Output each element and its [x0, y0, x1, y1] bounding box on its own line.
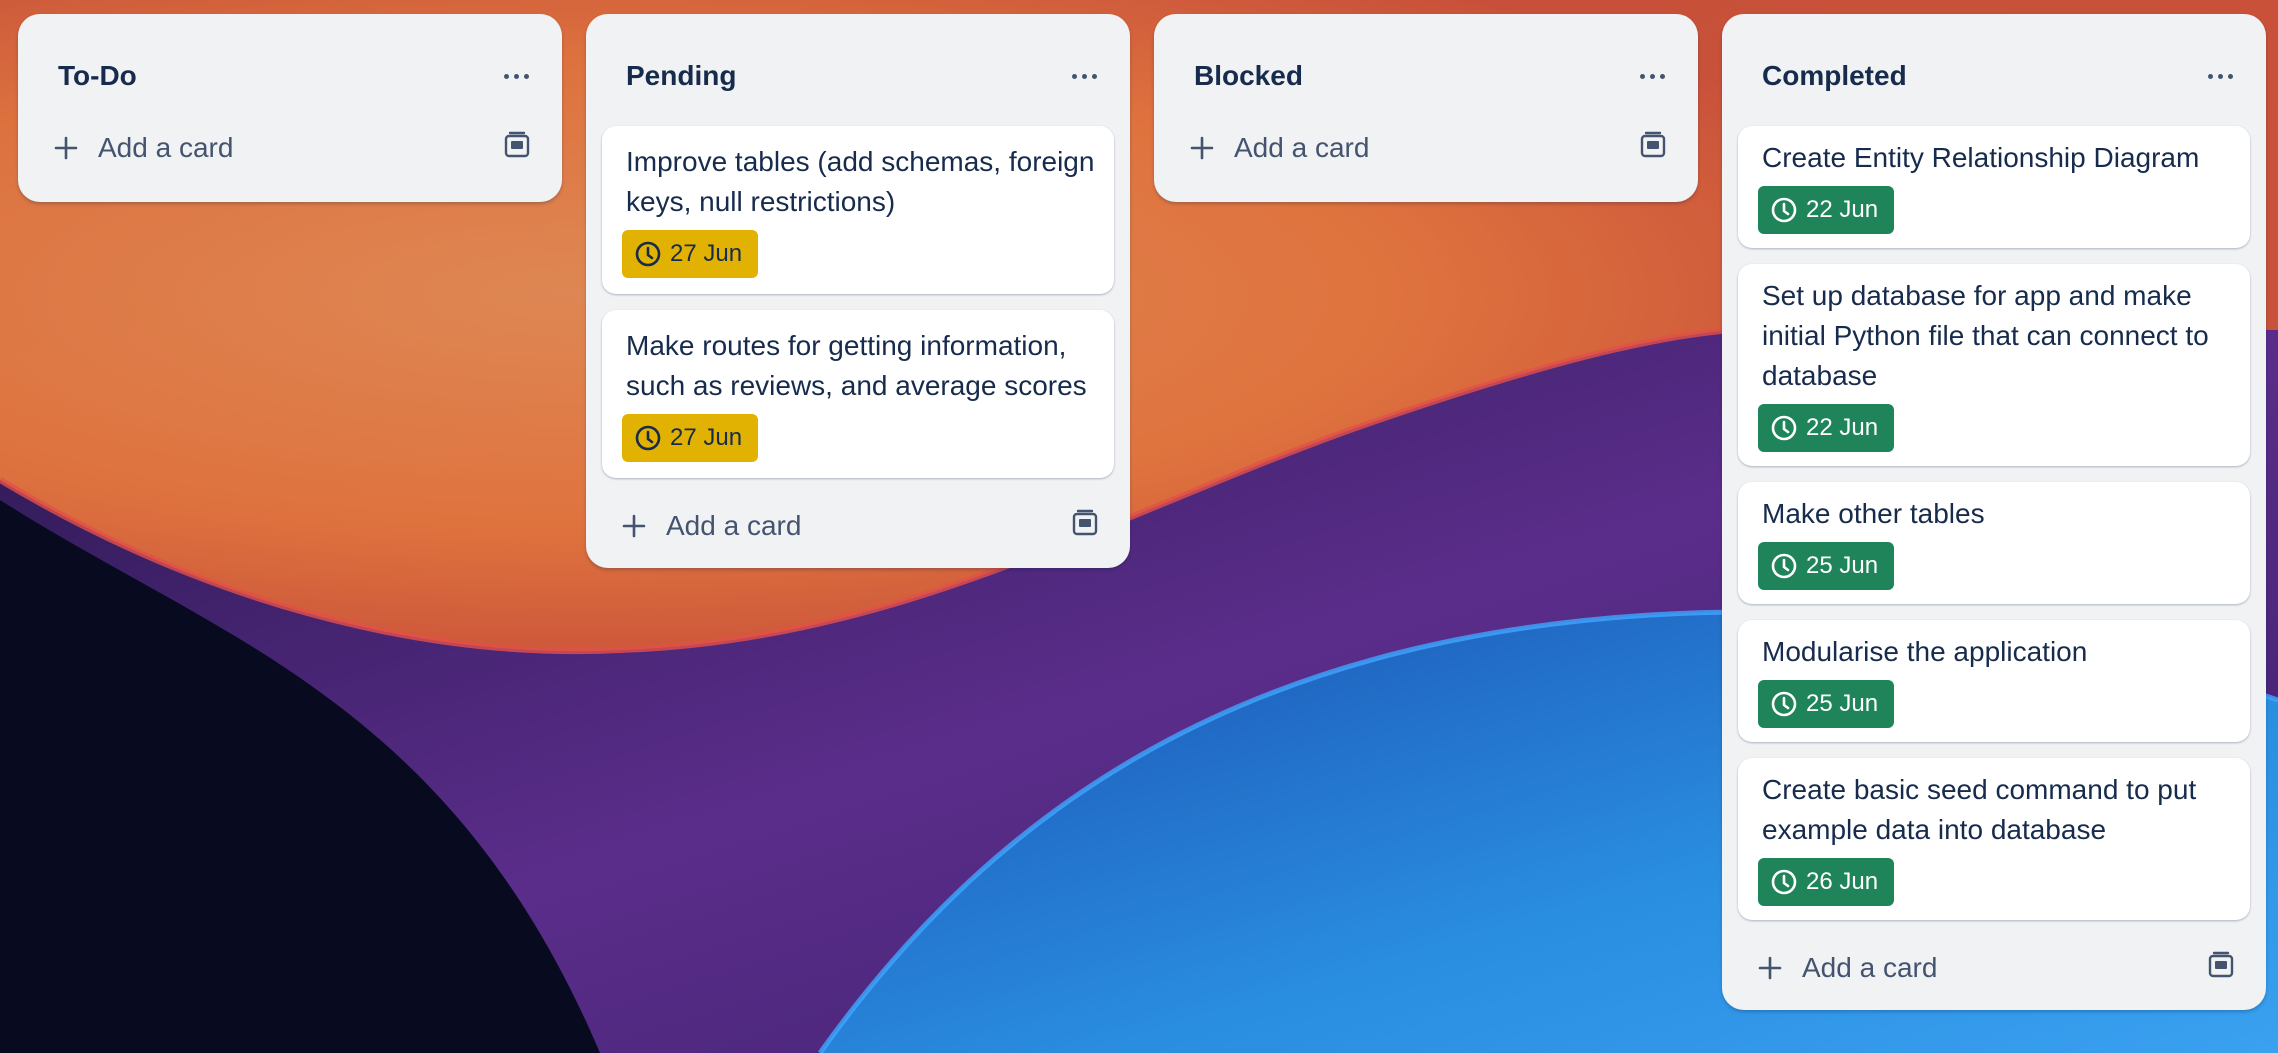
- add-card-button[interactable]: Add a card: [1188, 124, 1369, 172]
- list-blocked: Blocked Add a card: [1154, 14, 1698, 202]
- card-title: Improve tables (add schemas, foreign key…: [626, 146, 1095, 217]
- list-header: Pending: [586, 14, 1130, 114]
- plus-icon: [1758, 956, 1782, 980]
- clock-icon: [1771, 197, 1797, 223]
- due-date-label: 27 Jun: [670, 424, 743, 451]
- add-card-label: Add a card: [666, 510, 802, 541]
- list-header: To-Do: [18, 14, 562, 114]
- due-date-label: 22 Jun: [1806, 196, 1879, 223]
- card-title: Make other tables: [1762, 498, 1985, 529]
- card-title: Create Entity Relationship Diagram: [1762, 142, 2200, 173]
- more-horizontal-icon[interactable]: [2196, 58, 2244, 94]
- card-title: Create basic seed command to put example…: [1762, 774, 2197, 845]
- due-date-label: 25 Jun: [1806, 552, 1879, 579]
- plus-icon: [54, 136, 78, 160]
- clock-icon: [1771, 691, 1797, 717]
- add-card-row: Add a card: [1722, 926, 2266, 1010]
- add-card-button[interactable]: Add a card: [52, 124, 233, 172]
- add-card-row: Add a card: [586, 484, 1130, 568]
- list-pending: Pending Improve tables (add schemas, for…: [586, 14, 1130, 568]
- due-date-badge[interactable]: 25 Jun: [1758, 680, 1895, 728]
- card[interactable]: Create basic seed command to put example…: [1738, 758, 2250, 920]
- due-date-badge[interactable]: 22 Jun: [1758, 186, 1895, 234]
- due-date-badge[interactable]: 27 Jun: [622, 414, 759, 462]
- more-horizontal-icon[interactable]: [492, 58, 540, 94]
- clock-icon: [1771, 869, 1797, 895]
- due-date-label: 22 Jun: [1806, 414, 1879, 441]
- card-template-icon[interactable]: [1070, 508, 1100, 538]
- card[interactable]: Improve tables (add schemas, foreign key…: [602, 126, 1114, 294]
- card[interactable]: Create Entity Relationship Diagram 22 Ju…: [1738, 126, 2250, 248]
- card-list: Improve tables (add schemas, foreign key…: [586, 114, 1130, 478]
- due-date-badge[interactable]: 22 Jun: [1758, 404, 1895, 452]
- add-card-button[interactable]: Add a card: [620, 502, 801, 550]
- list-title[interactable]: Blocked: [1194, 58, 1303, 94]
- card-template-icon[interactable]: [502, 130, 532, 160]
- clock-icon: [1771, 415, 1797, 441]
- card[interactable]: Make other tables 25 Jun: [1738, 482, 2250, 604]
- list-completed: Completed Create Entity Relationship Dia…: [1722, 14, 2266, 1010]
- add-card-label: Add a card: [1234, 132, 1370, 163]
- card[interactable]: Set up database for app and make initial…: [1738, 264, 2250, 466]
- add-card-button[interactable]: Add a card: [1756, 944, 1937, 992]
- list-title[interactable]: Pending: [626, 58, 736, 94]
- clock-icon: [1771, 553, 1797, 579]
- due-date-label: 25 Jun: [1806, 690, 1879, 717]
- list-header: Blocked: [1154, 14, 1698, 114]
- add-card-row: Add a card: [1154, 106, 1698, 202]
- card[interactable]: Modularise the application 25 Jun: [1738, 620, 2250, 742]
- list-header: Completed: [1722, 14, 2266, 114]
- clock-icon: [635, 425, 661, 451]
- card-title: Set up database for app and make initial…: [1762, 280, 2209, 391]
- due-date-label: 27 Jun: [670, 240, 743, 267]
- card-template-icon[interactable]: [2206, 950, 2236, 980]
- list-to-do: To-Do Add a card: [18, 14, 562, 202]
- more-horizontal-icon[interactable]: [1628, 58, 1676, 94]
- add-card-label: Add a card: [98, 132, 234, 163]
- due-date-badge[interactable]: 25 Jun: [1758, 542, 1895, 590]
- list-title[interactable]: Completed: [1762, 58, 1907, 94]
- card[interactable]: Make routes for getting information, suc…: [602, 310, 1114, 478]
- card-list: Create Entity Relationship Diagram 22 Ju…: [1722, 114, 2266, 920]
- add-card-row: Add a card: [18, 106, 562, 202]
- plus-icon: [1190, 136, 1214, 160]
- clock-icon: [635, 241, 661, 267]
- more-horizontal-icon[interactable]: [1060, 58, 1108, 94]
- due-date-badge[interactable]: 26 Jun: [1758, 858, 1895, 906]
- list-title[interactable]: To-Do: [58, 58, 137, 94]
- card-title: Make routes for getting information, suc…: [626, 330, 1087, 401]
- plus-icon: [622, 514, 646, 538]
- card-title: Modularise the application: [1762, 636, 2088, 667]
- due-date-label: 26 Jun: [1806, 868, 1879, 895]
- card-template-icon[interactable]: [1638, 130, 1668, 160]
- board: To-Do Add a card Pending Improve tables …: [0, 0, 2278, 1053]
- add-card-label: Add a card: [1802, 952, 1938, 983]
- due-date-badge[interactable]: 27 Jun: [622, 230, 759, 278]
